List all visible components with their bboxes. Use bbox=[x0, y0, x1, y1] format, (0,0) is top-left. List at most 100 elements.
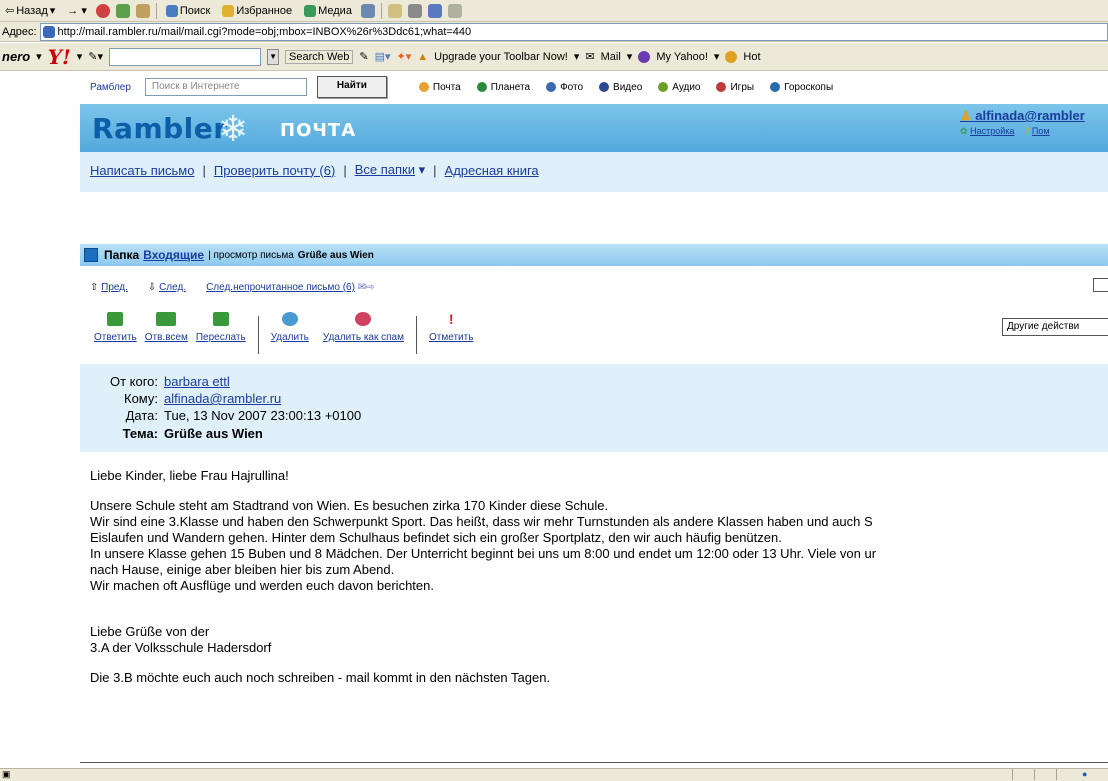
yahoo-mail-link[interactable]: Mail bbox=[601, 51, 621, 63]
yahoo-search-input[interactable] bbox=[109, 47, 262, 66]
yahoo-logo[interactable]: Y! bbox=[48, 45, 71, 69]
envelope-arrow-icon: ✉⇨ bbox=[357, 282, 375, 293]
help-icon: ? bbox=[1024, 126, 1030, 136]
service-icon bbox=[546, 82, 557, 92]
stop-icon[interactable] bbox=[95, 3, 110, 18]
service-link[interactable]: Видео bbox=[599, 82, 642, 93]
pencil-icon[interactable]: ✎▾ bbox=[88, 50, 103, 63]
service-icon bbox=[770, 82, 781, 92]
warning-icon: ▲ bbox=[417, 50, 429, 63]
rambler-logo[interactable]: Rambler bbox=[92, 112, 228, 145]
prev-link[interactable]: ⇧ Пред. bbox=[90, 282, 128, 293]
hot-icon bbox=[725, 50, 738, 63]
viewing-label: | просмотр письма bbox=[208, 249, 294, 261]
my-yahoo-link[interactable]: My Yahoo! bbox=[656, 51, 708, 63]
message-headers: От кого: barbara ettl Кому: alfinada@rambl… bbox=[80, 364, 1108, 452]
favorites-icon bbox=[222, 4, 235, 17]
body-line: Eislaufen und Wandern gehen. Hinter dem … bbox=[90, 530, 782, 545]
history-icon[interactable] bbox=[360, 3, 375, 18]
next-unread-link[interactable]: След.непрочитанное письмо (6) ✉⇨ bbox=[206, 282, 374, 293]
reply-button[interactable]: Ответить bbox=[90, 312, 141, 356]
my-yahoo-icon bbox=[638, 50, 651, 63]
dropdown-icon[interactable]: ▾ bbox=[627, 50, 633, 63]
hot-link[interactable]: Hot bbox=[743, 51, 760, 63]
upgrade-link[interactable]: Upgrade your Toolbar Now! bbox=[434, 51, 568, 63]
yahoo-dropdown-icon[interactable]: ▾ bbox=[77, 50, 83, 63]
print-message-icon[interactable] bbox=[1093, 278, 1108, 292]
print-icon[interactable] bbox=[407, 3, 422, 18]
help-link[interactable]: ? Пом bbox=[1024, 126, 1049, 137]
rambler-search-input[interactable]: Поиск в Интернете bbox=[144, 78, 307, 96]
service-link[interactable]: Фото bbox=[546, 82, 583, 93]
layout-icon[interactable]: ▤▾ bbox=[375, 50, 391, 63]
actions-divider bbox=[416, 316, 417, 354]
media-icon bbox=[304, 4, 317, 17]
forward-icon bbox=[212, 312, 229, 326]
body-line: In unsere Klasse gehen 15 Buben und 8 Mä… bbox=[90, 546, 877, 561]
forward-button[interactable]: → ▾ bbox=[64, 4, 90, 17]
spam-trash-icon bbox=[355, 312, 372, 326]
next-link[interactable]: ⇩ След. bbox=[148, 282, 186, 293]
status-cell bbox=[1012, 769, 1035, 780]
nero-logo[interactable]: nero bbox=[2, 49, 30, 64]
service-link[interactable]: Игры bbox=[716, 82, 754, 93]
rambler-brand-link[interactable]: Рамблер bbox=[90, 82, 131, 93]
all-folders-dropdown[interactable]: Все папки ▾ bbox=[355, 162, 425, 178]
mark-button[interactable]: ! Отметить bbox=[425, 312, 477, 356]
footer-divider bbox=[80, 762, 1108, 763]
inbox-link[interactable]: Входящие bbox=[143, 248, 204, 262]
to-link[interactable]: alfinada@rambler.ru bbox=[164, 391, 281, 406]
favorites-button[interactable]: Избранное bbox=[219, 4, 295, 17]
dropdown-icon[interactable]: ▾ bbox=[714, 50, 720, 63]
delete-spam-button[interactable]: Удалить как спам bbox=[319, 312, 408, 356]
search-icon bbox=[165, 4, 178, 17]
search-dropdown-icon[interactable]: ▼ bbox=[267, 48, 280, 65]
compose-link[interactable]: Написать письмо bbox=[90, 163, 194, 178]
from-label: От кого: bbox=[109, 374, 158, 389]
address-book-link[interactable]: Адресная книга bbox=[445, 163, 539, 178]
nav-divider: | bbox=[343, 162, 347, 178]
mail-icon[interactable] bbox=[387, 3, 402, 18]
home-icon[interactable] bbox=[135, 3, 150, 18]
service-link[interactable]: Аудио bbox=[658, 82, 700, 93]
user-email-link[interactable]: ♟ alfinada@rambler bbox=[960, 108, 1085, 124]
service-link[interactable]: Гороскопы bbox=[770, 82, 833, 93]
forward-button[interactable]: Переслать bbox=[192, 312, 250, 356]
service-icon bbox=[418, 82, 429, 92]
address-bar: Адрес: http://mail.rambler.ru/mail/mail.… bbox=[0, 22, 1108, 42]
snowflake-icon: ❄ bbox=[218, 108, 249, 149]
back-button[interactable]: ⇦ Назад ▾ bbox=[2, 4, 58, 18]
service-link[interactable]: Почта bbox=[418, 82, 461, 93]
refresh-icon[interactable] bbox=[115, 3, 130, 18]
reply-all-icon bbox=[156, 312, 177, 326]
pencil-tool-icon[interactable]: ✎ bbox=[359, 50, 368, 63]
other-actions-select[interactable]: Другие действи bbox=[1002, 318, 1108, 336]
check-mail-link[interactable]: Проверить почту (6) bbox=[214, 163, 335, 178]
chevron-down-icon: ▾ bbox=[418, 162, 426, 177]
reply-all-button[interactable]: Отв.всем bbox=[141, 312, 192, 356]
edit-icon[interactable] bbox=[427, 3, 442, 18]
body-line: nach Hause, einige aber bleiben hier bis… bbox=[90, 562, 395, 577]
yahoo-toolbar: nero ▾ Y! ▾ ✎▾ ▼ Search Web ✎ ▤▾ ✦▾ ▲ Up… bbox=[0, 43, 1108, 71]
actions-divider bbox=[257, 316, 259, 354]
media-button[interactable]: Медиа bbox=[301, 4, 355, 17]
nav-divider: | bbox=[202, 162, 206, 178]
search-web-button[interactable]: Search Web bbox=[285, 49, 354, 64]
signature-line: 3.A der Volksschule Hadersdorf bbox=[90, 640, 272, 655]
sun-icon[interactable]: ✦▾ bbox=[397, 50, 412, 63]
discuss-icon[interactable] bbox=[447, 3, 462, 18]
back-arrow-icon: ⇦ bbox=[5, 5, 15, 17]
signature-line: Liebe Grüße von der bbox=[90, 624, 210, 639]
settings-link[interactable]: ✿ Настройка bbox=[960, 126, 1014, 137]
page-status-icon: ▣ bbox=[2, 769, 11, 779]
nero-dropdown-icon[interactable]: ▾ bbox=[36, 50, 42, 63]
search-button[interactable]: Поиск bbox=[163, 4, 213, 17]
body-greeting: Liebe Kinder, liebe Frau Hajrullina! bbox=[90, 468, 289, 483]
to-row: Кому: alfinada@rambler.ru bbox=[92, 391, 281, 406]
delete-button[interactable]: Удалить bbox=[267, 312, 313, 356]
from-link[interactable]: barbara ettl bbox=[164, 374, 230, 389]
url-field[interactable]: http://mail.rambler.ru/mail/mail.cgi?mod… bbox=[39, 22, 1108, 41]
find-button[interactable]: Найти bbox=[316, 76, 387, 98]
dropdown-icon[interactable]: ▾ bbox=[574, 50, 580, 63]
service-link[interactable]: Планета bbox=[476, 82, 530, 93]
